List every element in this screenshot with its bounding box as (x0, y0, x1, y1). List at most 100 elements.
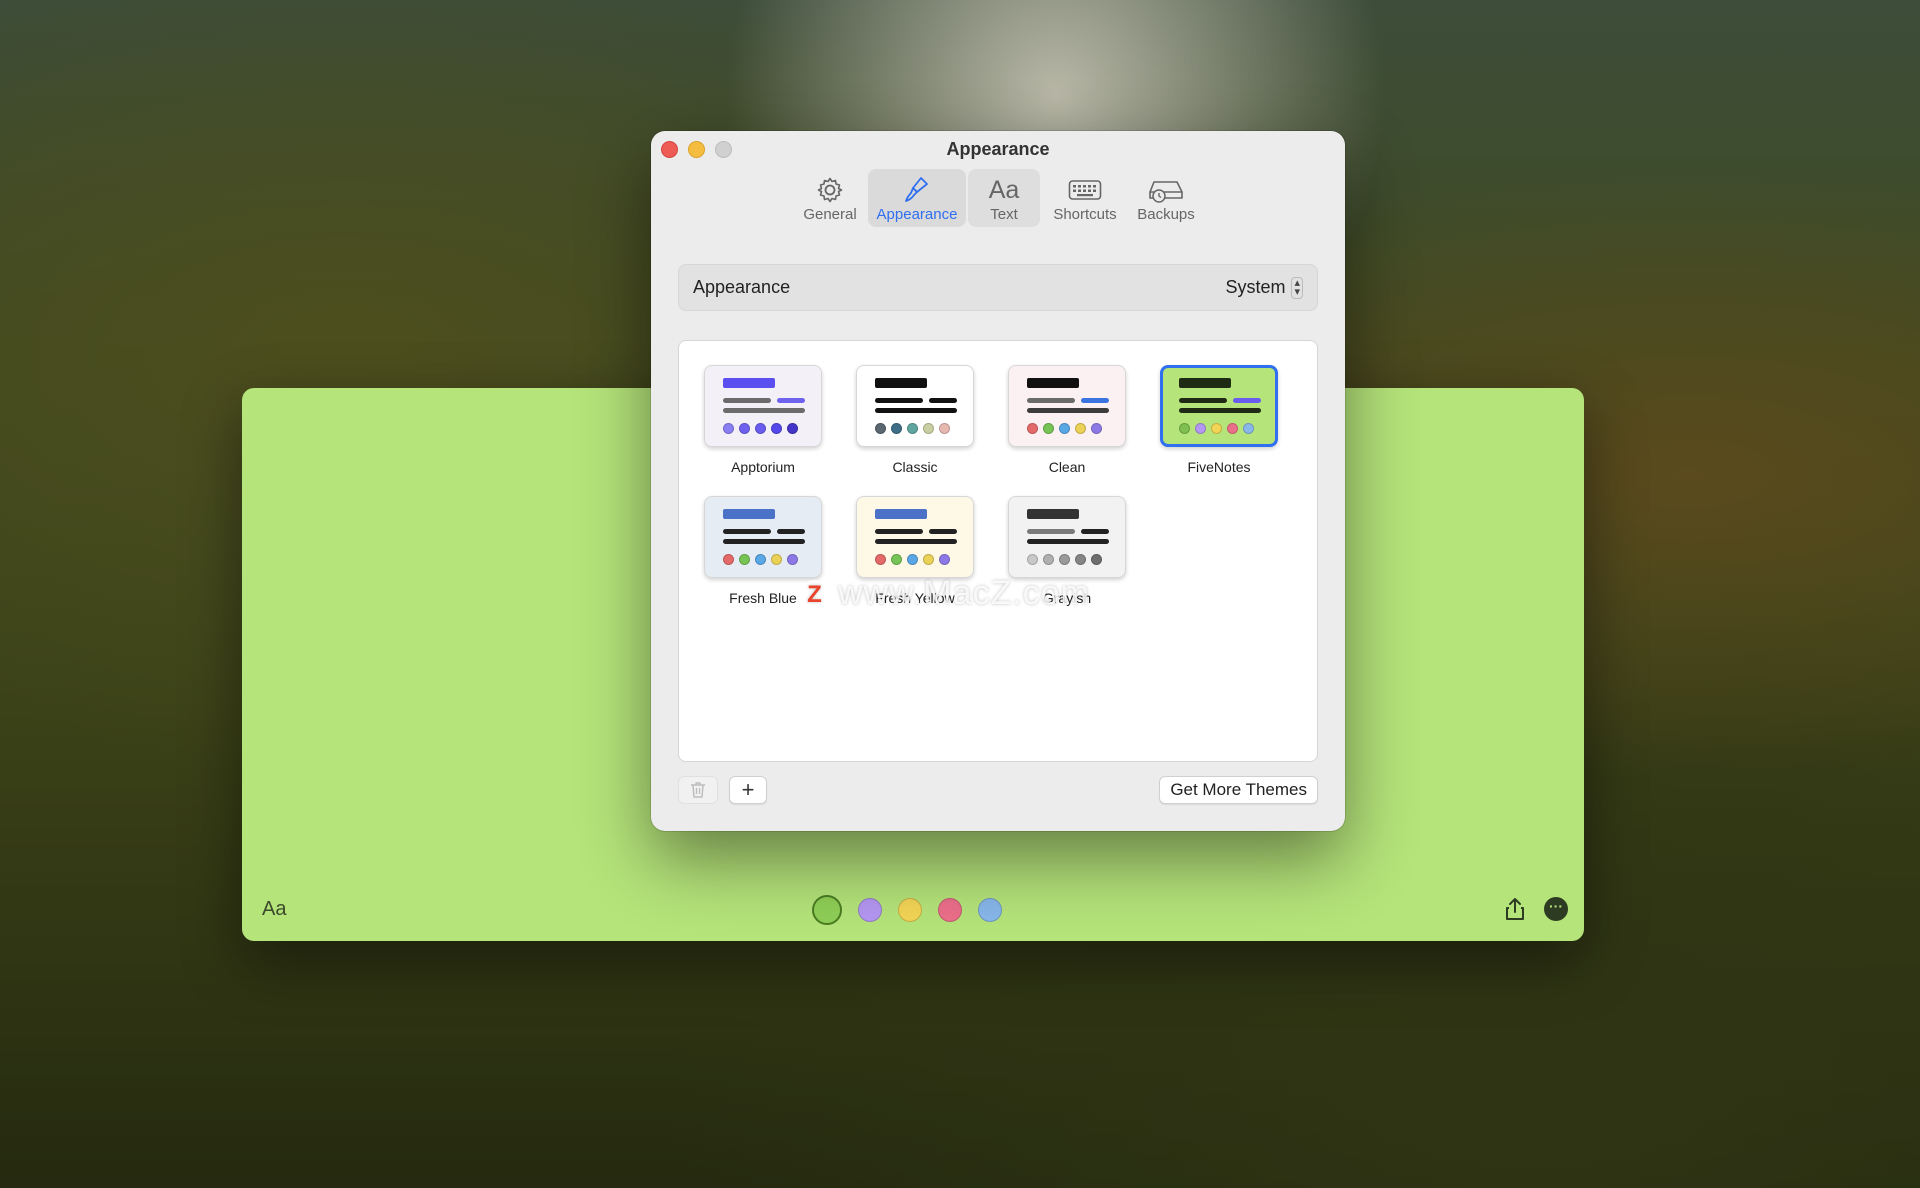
delete-theme-button[interactable] (678, 776, 718, 804)
watermark: Zwww.MacZ.com (800, 574, 1090, 613)
theme-color-dot (739, 423, 750, 434)
theme-color-dot (1075, 554, 1086, 565)
tab-shortcuts-label: Shortcuts (1053, 206, 1117, 223)
theme-name: FiveNotes (1187, 459, 1251, 475)
window-title: Appearance (946, 139, 1050, 159)
theme-title-bar (875, 378, 927, 388)
theme-color-dots (875, 423, 950, 434)
theme-title-bar (1179, 378, 1231, 388)
font-button[interactable]: Aa (262, 898, 286, 921)
theme-line-bar (723, 529, 771, 534)
gear-icon (816, 175, 844, 205)
theme-color-dots (1179, 423, 1254, 434)
appearance-setting-label: Appearance (693, 277, 791, 297)
more-options-icon[interactable]: ··· (1544, 897, 1568, 921)
color-swatch[interactable] (938, 898, 962, 922)
theme-color-dot (1075, 423, 1086, 434)
theme-color-dot (923, 554, 934, 565)
chevron-updown-icon: ▴ ▾ (1291, 276, 1303, 299)
backup-drive-icon (1147, 175, 1185, 205)
theme-color-dot (939, 554, 950, 565)
theme-thumbnail[interactable] (856, 496, 974, 578)
tab-appearance[interactable]: Appearance (868, 169, 966, 227)
theme-color-dot (1027, 554, 1038, 565)
color-swatch[interactable] (978, 898, 1002, 922)
theme-line-bar (875, 408, 957, 413)
theme-name: Apptorium (731, 459, 795, 475)
theme-color-dot (771, 554, 782, 565)
theme-line-bar (1179, 398, 1227, 403)
theme-color-dots (723, 554, 798, 565)
theme-color-dot (723, 554, 734, 565)
tab-general[interactable]: General (794, 169, 866, 227)
theme-color-dot (755, 554, 766, 565)
preferences-window: Appearance General Appearance Aa Text Sh… (651, 131, 1345, 831)
theme-item[interactable]: Classic (855, 365, 975, 475)
watermark-text: www.MacZ.com (838, 574, 1090, 612)
theme-color-dot (787, 423, 798, 434)
theme-color-dot (1179, 423, 1190, 434)
color-swatch[interactable] (898, 898, 922, 922)
theme-item[interactable]: Clean (1007, 365, 1127, 475)
theme-color-dots (875, 554, 950, 565)
theme-thumbnail[interactable] (704, 365, 822, 447)
theme-line-bar (929, 529, 957, 534)
trash-icon (691, 782, 705, 798)
watermark-logo: Z (800, 580, 830, 611)
color-swatch[interactable] (858, 898, 882, 922)
text-icon: Aa (988, 176, 1020, 204)
theme-thumbnail[interactable] (1008, 365, 1126, 447)
tab-shortcuts[interactable]: Shortcuts (1042, 169, 1128, 227)
theme-thumbnail[interactable] (1160, 365, 1278, 447)
theme-color-dot (1059, 423, 1070, 434)
theme-line-bar (723, 539, 805, 544)
get-more-themes-button[interactable]: Get More Themes (1159, 776, 1318, 804)
theme-line-bar (875, 529, 923, 534)
theme-color-dot (1091, 554, 1102, 565)
theme-color-dots (723, 423, 798, 434)
tab-general-label: General (803, 206, 857, 223)
theme-line-bar (1027, 529, 1075, 534)
theme-line-bar (875, 539, 957, 544)
theme-line-bar (777, 529, 805, 534)
theme-line-bar (1081, 398, 1109, 403)
theme-color-dot (1243, 423, 1254, 434)
theme-color-dot (891, 554, 902, 565)
theme-color-dot (1211, 423, 1222, 434)
theme-title-bar (875, 509, 927, 519)
theme-item[interactable]: Apptorium (703, 365, 823, 475)
theme-thumbnail[interactable] (856, 365, 974, 447)
theme-color-dot (939, 423, 950, 434)
theme-title-bar (1027, 509, 1079, 519)
theme-color-dots (1027, 423, 1102, 434)
theme-line-bar (1233, 398, 1261, 403)
theme-line-bar (723, 398, 771, 403)
theme-line-bar (1179, 408, 1261, 413)
tab-appearance-label: Appearance (876, 206, 958, 223)
theme-color-dot (891, 423, 902, 434)
appearance-select-value: System (1225, 277, 1286, 297)
theme-line-bar (875, 398, 923, 403)
keyboard-icon (1068, 175, 1102, 205)
theme-line-bar (1081, 529, 1109, 534)
theme-color-dot (923, 423, 934, 434)
theme-color-dot (875, 423, 886, 434)
theme-name: Classic (892, 459, 938, 475)
theme-color-dot (1091, 423, 1102, 434)
share-icon[interactable] (1504, 897, 1528, 921)
appearance-select[interactable]: System ▴ ▾ (1225, 276, 1303, 299)
theme-color-dot (907, 423, 918, 434)
theme-thumbnail[interactable] (1008, 496, 1126, 578)
theme-color-dot (1043, 554, 1054, 565)
color-swatch[interactable] (812, 895, 842, 925)
themes-actions: + Get More Themes (678, 776, 1318, 806)
tab-backups[interactable]: Backups (1130, 169, 1202, 227)
tab-text-label: Text (990, 206, 1018, 223)
theme-thumbnail[interactable] (704, 496, 822, 578)
themes-grid: Apptorium Classic Clean FiveNotes Fresh Blue… (678, 340, 1318, 762)
theme-color-dot (1195, 423, 1206, 434)
theme-item[interactable]: FiveNotes (1159, 365, 1279, 475)
add-theme-button[interactable]: + (729, 776, 767, 804)
theme-color-dot (1043, 423, 1054, 434)
tab-text[interactable]: Aa Text (968, 169, 1040, 227)
